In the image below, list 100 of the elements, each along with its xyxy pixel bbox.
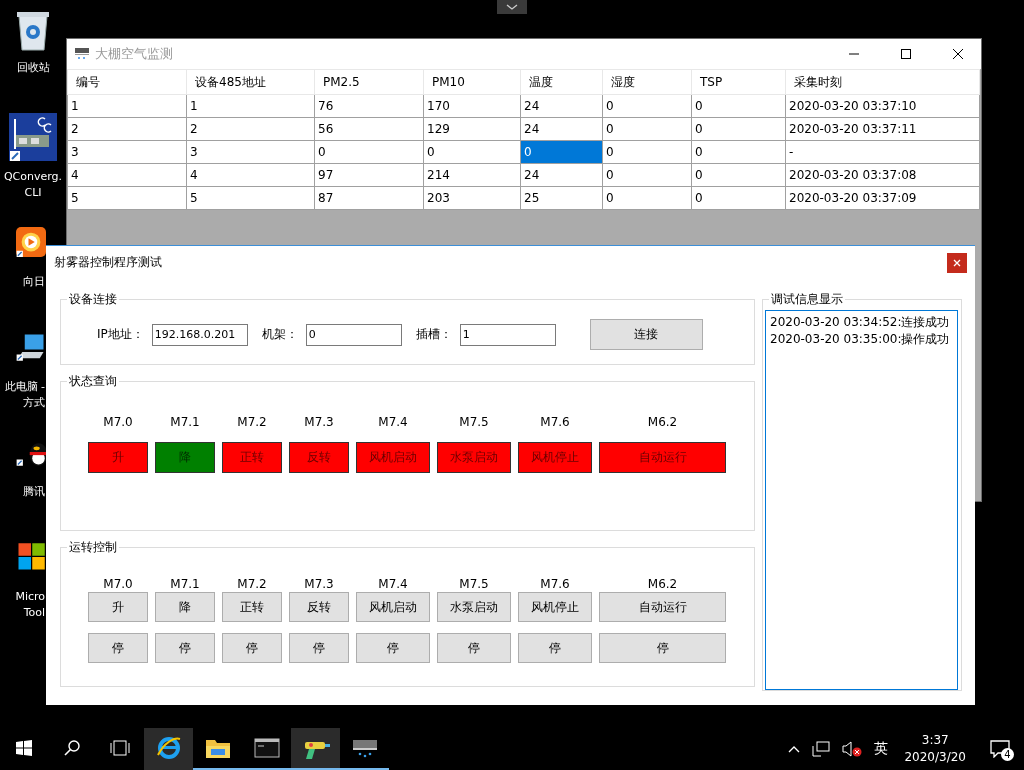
- table-cell[interactable]: 0: [602, 117, 692, 141]
- status-indicator: 风机启动: [356, 442, 430, 473]
- column-header[interactable]: 设备485地址: [186, 69, 315, 95]
- column-header[interactable]: PM2.5: [314, 69, 424, 95]
- table-cell[interactable]: 0: [691, 163, 786, 187]
- browser-icon: [155, 735, 182, 761]
- log-line: 2020-03-20 03:34:52:连接成功: [770, 314, 951, 331]
- stop-button[interactable]: 停: [599, 633, 726, 663]
- search-icon: [64, 740, 80, 756]
- close-button[interactable]: [947, 252, 967, 273]
- address-label: M7.3: [303, 576, 335, 592]
- clock[interactable]: 3:37 2020/3/20: [894, 728, 976, 770]
- terminal-icon: [253, 738, 280, 758]
- address-label: M7.3: [303, 414, 335, 430]
- start-button[interactable]: 风机启动: [356, 592, 430, 622]
- collapse-tab[interactable]: [497, 0, 527, 14]
- taskbar-app[interactable]: [144, 728, 193, 770]
- table-cell[interactable]: 129: [423, 117, 521, 141]
- start-button[interactable]: 升: [88, 592, 148, 622]
- stop-button[interactable]: 停: [437, 633, 511, 663]
- input-field[interactable]: 0: [305, 323, 402, 346]
- table-cell[interactable]: 0: [691, 117, 786, 141]
- field-label: 插槽：: [415, 326, 452, 343]
- table-cell[interactable]: 1: [67, 94, 187, 118]
- stop-button[interactable]: 停: [289, 633, 349, 663]
- table-cell[interactable]: 2020-03-20 03:37:10: [785, 94, 980, 118]
- column-header[interactable]: 编号: [67, 69, 187, 95]
- taskbar-app[interactable]: [291, 728, 340, 770]
- connect-button[interactable]: 连接: [589, 319, 703, 350]
- table-cell[interactable]: 97: [314, 163, 424, 187]
- task-view-icon: [110, 740, 130, 756]
- icon-label: QConverg. CLI: [3, 169, 63, 201]
- table-cell[interactable]: 56: [314, 117, 424, 141]
- table-cell[interactable]: 2020-03-20 03:37:08: [785, 163, 980, 187]
- table-cell[interactable]: -: [785, 140, 980, 164]
- table-cell[interactable]: 2: [186, 117, 315, 141]
- app-icon: [75, 48, 89, 60]
- input-method-indicator[interactable]: 英: [868, 728, 895, 770]
- table-cell[interactable]: 25: [520, 186, 603, 210]
- table-cell[interactable]: 2020-03-20 03:37:11: [785, 117, 980, 141]
- window-title: 大棚空气监测: [95, 45, 173, 63]
- table-cell[interactable]: 24: [520, 94, 603, 118]
- chevron-down-icon: [506, 3, 518, 11]
- address-label: M7.4: [377, 576, 409, 592]
- address-label: M7.5: [458, 576, 490, 592]
- input-field[interactable]: 192.168.0.201: [151, 323, 248, 346]
- table-cell[interactable]: 4: [67, 163, 187, 187]
- table-cell[interactable]: 0: [423, 140, 521, 164]
- stop-button[interactable]: 停: [222, 633, 282, 663]
- table-cell[interactable]: 24: [520, 117, 603, 141]
- table-cell[interactable]: 4: [186, 163, 315, 187]
- table-cell[interactable]: 2: [67, 117, 187, 141]
- table-cell[interactable]: 0: [691, 140, 786, 164]
- table-cell[interactable]: 3: [67, 140, 187, 164]
- table-cell[interactable]: 0: [602, 140, 692, 164]
- table-cell[interactable]: 214: [423, 163, 521, 187]
- address-label: M7.4: [377, 414, 409, 430]
- column-header[interactable]: PM10: [423, 69, 521, 95]
- column-header[interactable]: 湿度: [602, 69, 692, 95]
- column-header[interactable]: 采集时刻: [785, 69, 980, 95]
- table-cell[interactable]: 0: [691, 94, 786, 118]
- table-cell[interactable]: 5: [186, 186, 315, 210]
- input-field[interactable]: 1: [459, 323, 556, 346]
- table-cell[interactable]: 2020-03-20 03:37:09: [785, 186, 980, 210]
- column-header[interactable]: 温度: [520, 69, 603, 95]
- table-cell[interactable]: 170: [423, 94, 521, 118]
- stop-button[interactable]: 停: [155, 633, 215, 663]
- table-cell[interactable]: 87: [314, 186, 424, 210]
- start-button[interactable]: 自动运行: [599, 592, 726, 622]
- icon-label: Micro Tool: [14, 589, 45, 621]
- column-header[interactable]: TSP: [691, 69, 786, 95]
- start-button[interactable]: 风机停止: [518, 592, 592, 622]
- notification-button[interactable]: 4: [976, 728, 1024, 770]
- group-title: 调试信息显示: [770, 291, 844, 308]
- table-cell[interactable]: 0: [602, 163, 692, 187]
- table-cell[interactable]: 203: [423, 186, 521, 210]
- table-cell[interactable]: 0: [691, 186, 786, 210]
- network-card-icon[interactable]: [9, 113, 57, 161]
- table-cell[interactable]: 1: [186, 94, 315, 118]
- table-cell[interactable]: 5: [67, 186, 187, 210]
- status-indicator: 自动运行: [599, 442, 726, 473]
- table-cell[interactable]: 76: [314, 94, 424, 118]
- table-cell[interactable]: 0: [602, 186, 692, 210]
- start-button[interactable]: 反转: [289, 592, 349, 622]
- stop-button[interactable]: 停: [356, 633, 430, 663]
- group-title: 状态查询: [68, 373, 118, 390]
- field-label: 机架：: [261, 326, 298, 343]
- start-button[interactable]: 降: [155, 592, 215, 622]
- network-icon: [812, 741, 831, 757]
- table-cell[interactable]: 0: [314, 140, 424, 164]
- start-button[interactable]: 正转: [222, 592, 282, 622]
- start-button[interactable]: 水泵启动: [437, 592, 511, 622]
- table-cell[interactable]: 24: [520, 163, 603, 187]
- table-cell[interactable]: 3: [186, 140, 315, 164]
- address-label: M7.6: [539, 414, 571, 430]
- stop-button[interactable]: 停: [518, 633, 592, 663]
- table-cell[interactable]: 0: [602, 94, 692, 118]
- muted-speaker-icon: [842, 741, 863, 757]
- stop-button[interactable]: 停: [88, 633, 148, 663]
- log-box[interactable]: 2020-03-20 03:34:52:连接成功 2020-03-20 03:35:00:操作成功: [765, 310, 958, 690]
